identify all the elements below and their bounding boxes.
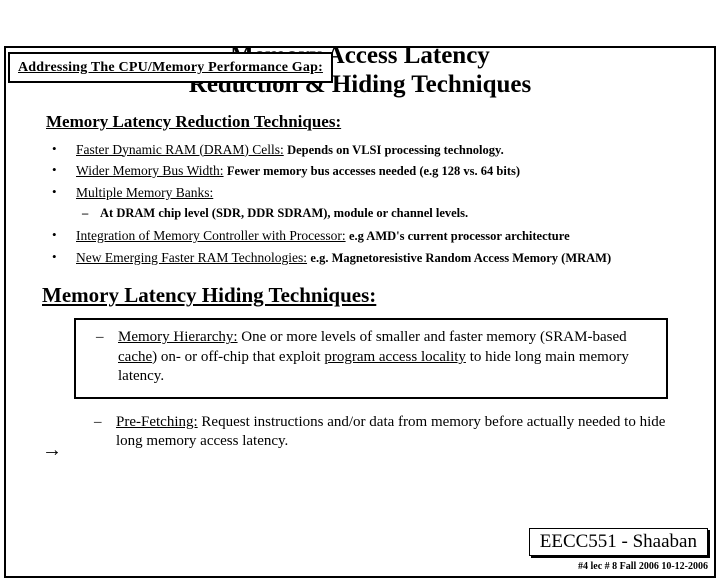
item-text-d: program access locality <box>324 349 466 365</box>
list-item: Multiple Memory Banks: At DRAM chip leve… <box>46 183 674 223</box>
sub-item: At DRAM chip level (SDR, DDR SDRAM), mod… <box>76 204 674 222</box>
item-text-b: cache <box>118 349 152 365</box>
item-note: Depends on VLSI processing technology. <box>287 143 504 157</box>
reduction-list: Faster Dynamic RAM (DRAM) Cells: Depends… <box>46 140 674 268</box>
item-note: e.g AMD's current processor architecture <box>349 229 570 243</box>
item-text: Request instructions and/or data from me… <box>116 414 665 450</box>
item-label: Memory Hierarchy: <box>118 329 238 345</box>
slide-border <box>4 46 716 578</box>
supertitle-box: Addressing The CPU/Memory Performance Ga… <box>8 52 333 83</box>
item-note: Fewer memory bus accesses needed (e.g 12… <box>227 164 520 178</box>
arrow-icon: → <box>42 439 62 462</box>
item-label: Wider Memory Bus Width: <box>76 163 224 178</box>
item-note: e.g. Magnetoresistive Random Access Memo… <box>310 251 611 265</box>
list-item: Pre-Fetching: Request instructions and/o… <box>84 413 674 452</box>
item-label: Multiple Memory Banks: <box>76 185 213 200</box>
item-text-a: One or more levels of smaller and faster… <box>238 329 627 345</box>
item-label: New Emerging Faster RAM Technologies: <box>76 250 307 265</box>
list-item: Integration of Memory Controller with Pr… <box>46 226 674 246</box>
footer-badge: EECC551 - Shaaban <box>529 528 708 556</box>
hiding-list: Pre-Fetching: Request instructions and/o… <box>84 413 674 452</box>
sub-list: At DRAM chip level (SDR, DDR SDRAM), mod… <box>76 204 674 222</box>
hiding-list-boxed: Memory Hierarchy: One or more levels of … <box>86 328 660 387</box>
item-label: Faster Dynamic RAM (DRAM) Cells: <box>76 142 284 157</box>
hierarchy-box: Memory Hierarchy: One or more levels of … <box>74 318 668 399</box>
list-item: Wider Memory Bus Width: Fewer memory bus… <box>46 161 674 181</box>
item-text-c: ) on- or off-chip that exploit <box>152 349 324 365</box>
list-item: New Emerging Faster RAM Technologies: e.… <box>46 248 674 268</box>
item-label: Integration of Memory Controller with Pr… <box>76 228 346 243</box>
list-item: Faster Dynamic RAM (DRAM) Cells: Depends… <box>46 140 674 160</box>
list-item: Memory Hierarchy: One or more levels of … <box>86 328 660 387</box>
supertitle-text: Addressing The CPU/Memory Performance Ga… <box>18 60 323 75</box>
item-label: Pre-Fetching: <box>116 414 198 430</box>
footer-meta: #4 lec # 8 Fall 2006 10-12-2006 <box>578 561 708 572</box>
